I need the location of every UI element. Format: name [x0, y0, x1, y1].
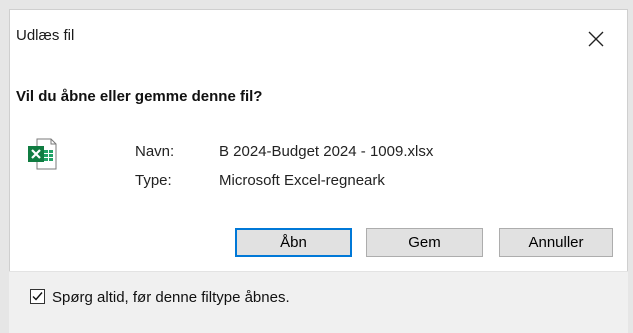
close-icon: [588, 31, 604, 47]
background-window-top: [0, 0, 633, 9]
file-name-label: Navn:: [135, 143, 175, 160]
checkmark-icon: [32, 292, 43, 301]
file-type-label: Type:: [135, 172, 172, 189]
dialog-title: Udlæs fil: [16, 27, 75, 44]
background-window-right: [628, 0, 633, 333]
always-ask-label[interactable]: Spørg altid, før denne filtype åbnes.: [52, 289, 290, 306]
save-button[interactable]: Gem: [366, 228, 483, 257]
excel-file-icon: [27, 138, 57, 170]
background-window-left: [0, 0, 9, 333]
file-type-value: Microsoft Excel-regneark: [219, 172, 385, 189]
cancel-button[interactable]: Annuller: [499, 228, 613, 257]
open-button[interactable]: Åbn: [235, 228, 352, 257]
dialog-question: Vil du åbne eller gemme denne fil?: [16, 88, 263, 105]
always-ask-checkbox[interactable]: [30, 289, 45, 304]
close-button[interactable]: [586, 29, 606, 49]
file-name-value: B 2024-Budget 2024 - 1009.xlsx: [219, 143, 434, 160]
